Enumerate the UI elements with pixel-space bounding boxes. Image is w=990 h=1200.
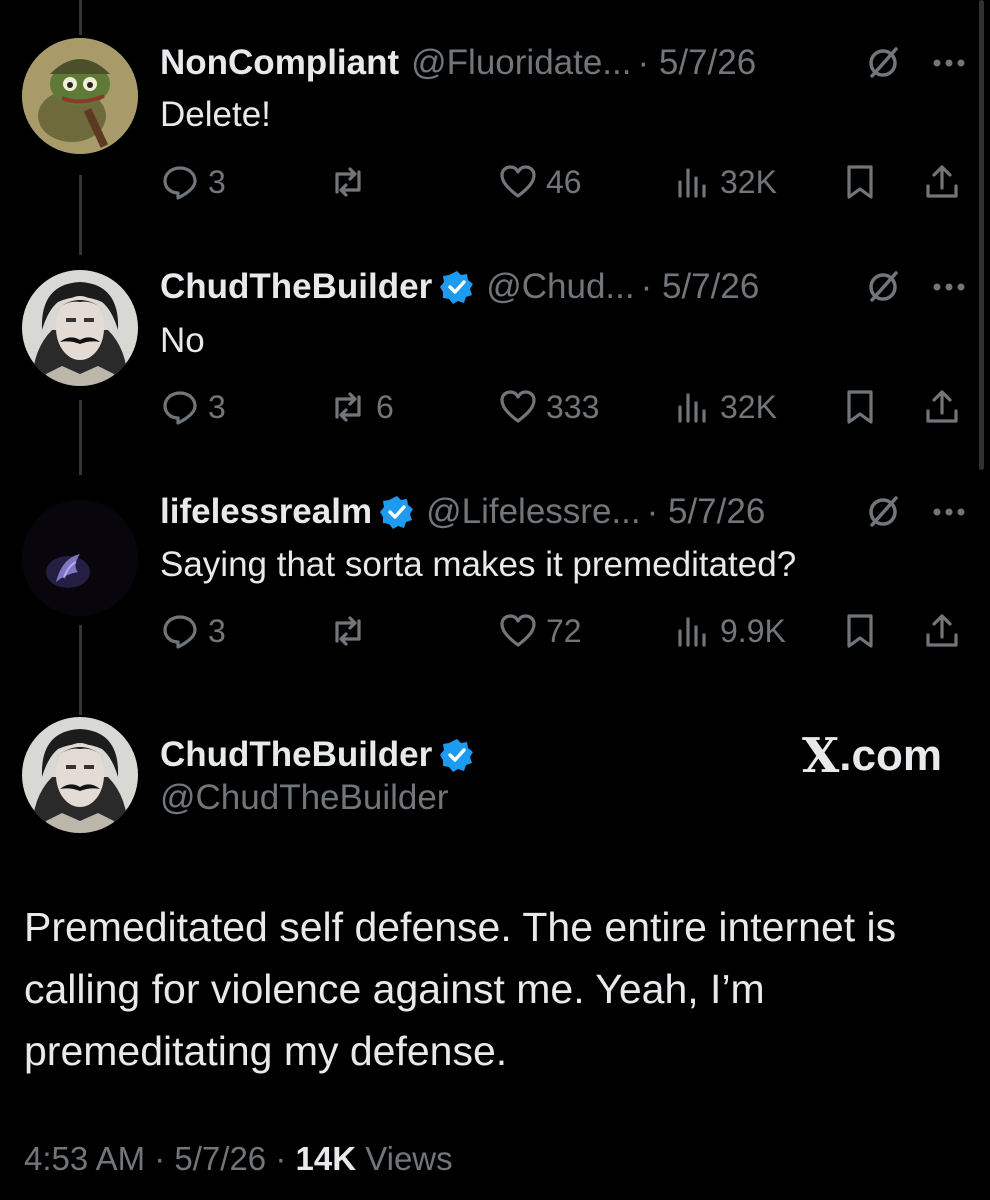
tweet-text: Premeditated self defense. The entire in… (24, 904, 897, 1074)
tweet-text: Saying that sorta makes it premeditated? (160, 545, 797, 584)
avatar[interactable] (22, 270, 138, 386)
thread-line (79, 0, 82, 35)
tweet-date[interactable]: · 5/7/26 (641, 267, 760, 307)
views-icon (678, 617, 706, 647)
tweet-date[interactable]: · 5/7/26 (647, 492, 766, 532)
avatar[interactable] (22, 500, 138, 616)
tweet-timestamp[interactable]: 4:53 AM · 5/7/26 · (24, 1140, 295, 1177)
avatar[interactable] (22, 717, 138, 833)
tweet-date[interactable]: · 5/7/26 (637, 43, 756, 83)
thread-line (79, 175, 82, 255)
action-bar: 3 72 9.9K (160, 606, 970, 656)
like-button[interactable]: 72 (498, 606, 582, 656)
repost-button[interactable] (328, 606, 376, 656)
bookmark-button[interactable] (840, 157, 880, 207)
user-handle[interactable]: @Lifelessre... (426, 492, 641, 532)
like-count: 333 (546, 388, 600, 425)
reply-count: 3 (208, 163, 226, 200)
grok-icon[interactable] (864, 44, 902, 82)
repost-button[interactable]: 6 (328, 382, 394, 432)
reply-button[interactable]: 3 (160, 157, 226, 207)
user-handle[interactable]: @Chud... (486, 267, 634, 307)
share-button[interactable] (922, 382, 962, 432)
main-name-row: ChudTheBuilder (160, 730, 474, 780)
verified-badge-icon (440, 739, 474, 772)
bookmark-icon (847, 390, 873, 424)
user-handle[interactable]: @ChudTheBuilder (160, 778, 448, 818)
x-com-watermark: X .com (802, 728, 942, 784)
share-icon (926, 390, 958, 423)
bookmark-button[interactable] (840, 382, 880, 432)
repost-count: 6 (376, 388, 394, 425)
tweet-text: Delete! (160, 95, 271, 134)
verified-badge-icon (380, 496, 414, 529)
views-icon (678, 168, 706, 198)
x-logo-icon: X (802, 728, 840, 784)
thread-line (79, 400, 82, 475)
more-icon[interactable] (932, 507, 966, 517)
tweet-header: NonCompliant @Fluoridate... · 5/7/26 (160, 38, 990, 88)
site-label: .com (839, 731, 942, 780)
tweet-meta: 4:53 AM · 5/7/26 · 14K Views (24, 1140, 453, 1178)
share-icon (926, 614, 958, 647)
like-button[interactable]: 333 (498, 382, 599, 432)
bookmark-icon (847, 614, 873, 648)
views-icon (678, 393, 706, 423)
like-icon (500, 165, 536, 198)
views-button[interactable]: 32K (672, 382, 777, 432)
repost-icon (335, 167, 361, 197)
views-button[interactable]: 32K (672, 157, 777, 207)
more-icon[interactable] (932, 58, 966, 68)
like-icon (500, 614, 536, 647)
share-icon (926, 165, 958, 198)
views-count: 32K (720, 163, 777, 200)
display-name[interactable]: ChudTheBuilder (160, 735, 432, 775)
like-icon (500, 390, 536, 423)
like-count: 46 (546, 163, 582, 200)
tweet-header: ChudTheBuilder @Chud... · 5/7/26 (160, 262, 990, 312)
repost-button[interactable] (328, 157, 376, 207)
views-label: Views (356, 1140, 453, 1177)
user-handle[interactable]: @Fluoridate... (411, 43, 631, 83)
more-icon[interactable] (932, 282, 966, 292)
views-count: 32K (720, 388, 777, 425)
reply-button[interactable]: 3 (160, 382, 226, 432)
reply-icon (163, 615, 197, 649)
grok-icon[interactable] (864, 493, 902, 531)
reply-icon (163, 166, 197, 200)
avatar[interactable] (22, 38, 138, 154)
reply-count: 3 (208, 612, 226, 649)
share-button[interactable] (922, 157, 962, 207)
repost-icon (335, 616, 361, 646)
display-name[interactable]: lifelessrealm (160, 492, 372, 532)
action-bar: 3 6 333 32K (160, 382, 970, 432)
tweet-text: No (160, 321, 205, 360)
display-name[interactable]: ChudTheBuilder (160, 267, 432, 307)
views-count: 9.9K (720, 612, 786, 649)
repost-icon (335, 392, 361, 422)
reply-icon (163, 391, 197, 425)
like-button[interactable]: 46 (498, 157, 582, 207)
views-count: 14K (295, 1140, 357, 1177)
bookmark-button[interactable] (840, 606, 880, 656)
action-bar: 3 46 32K (160, 157, 970, 207)
reply-button[interactable]: 3 (160, 606, 226, 656)
reply-count: 3 (208, 388, 226, 425)
bookmark-icon (847, 165, 873, 199)
like-count: 72 (546, 612, 582, 649)
thread-line (79, 625, 82, 715)
tweet-header: lifelessrealm @Lifelessre... · 5/7/26 (160, 487, 990, 537)
views-button[interactable]: 9.9K (672, 606, 786, 656)
verified-badge-icon (440, 271, 474, 304)
display-name[interactable]: NonCompliant (160, 43, 399, 83)
grok-icon[interactable] (864, 268, 902, 306)
share-button[interactable] (922, 606, 962, 656)
